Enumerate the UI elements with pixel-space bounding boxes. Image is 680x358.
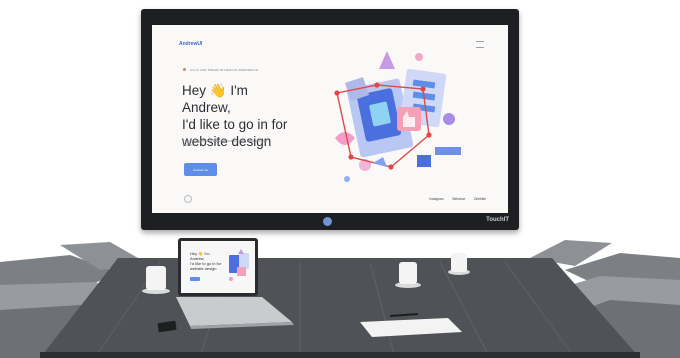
cup-right [448, 253, 470, 275]
hero-line-2: I'd like to go in for [182, 117, 288, 132]
laptop-screen: Hey 👋 I'm Andrew, I'd like to go in for … [178, 238, 258, 296]
laptop-hero-line-1: Hey 👋 I'm Andrew, [190, 251, 210, 261]
contact-button[interactable]: Contact me [184, 163, 217, 176]
cup-left [142, 266, 170, 294]
table-edge [40, 352, 640, 358]
table-top [40, 258, 640, 358]
display-bezel: TouchIT [141, 213, 519, 230]
footer-link-dribbble[interactable]: Dribbble [474, 197, 486, 201]
menu-icon[interactable] [476, 41, 484, 48]
scroll-down-icon[interactable] [184, 195, 192, 203]
site-logo[interactable]: AndrewUI [179, 41, 202, 47]
meeting-room-scene: AndrewUI UI/UX AND PREMIUM DESIGN WEBDES… [0, 0, 680, 358]
tag-dot [183, 68, 186, 71]
footer-link-behance[interactable]: Behance [453, 197, 466, 201]
display-screen: AndrewUI UI/UX AND PREMIUM DESIGN WEBDES… [152, 25, 508, 213]
hero-description: I create projects that will solve your b… [183, 139, 268, 148]
wall-display: AndrewUI UI/UX AND PREMIUM DESIGN WEBDES… [141, 9, 519, 230]
hero-line-1: Hey 👋 I'm Andrew, [182, 83, 248, 115]
laptop-illustration [229, 249, 249, 281]
footer-link-instagram[interactable]: Instagram [429, 197, 443, 201]
laptop-hero: Hey 👋 I'm Andrew, I'd like to go in for … [190, 251, 224, 271]
hero-tagline: UI/UX AND PREMIUM DESIGN WEBDESIGN [190, 68, 259, 72]
power-icon[interactable] [323, 217, 332, 226]
display-brand: TouchIT [486, 217, 509, 223]
laptop-contact-button[interactable] [190, 277, 200, 281]
design-illustration [334, 51, 461, 182]
laptop-hero-line-3: website design [190, 266, 217, 271]
footer-links: Instagram Behance Dribbble [429, 197, 486, 201]
